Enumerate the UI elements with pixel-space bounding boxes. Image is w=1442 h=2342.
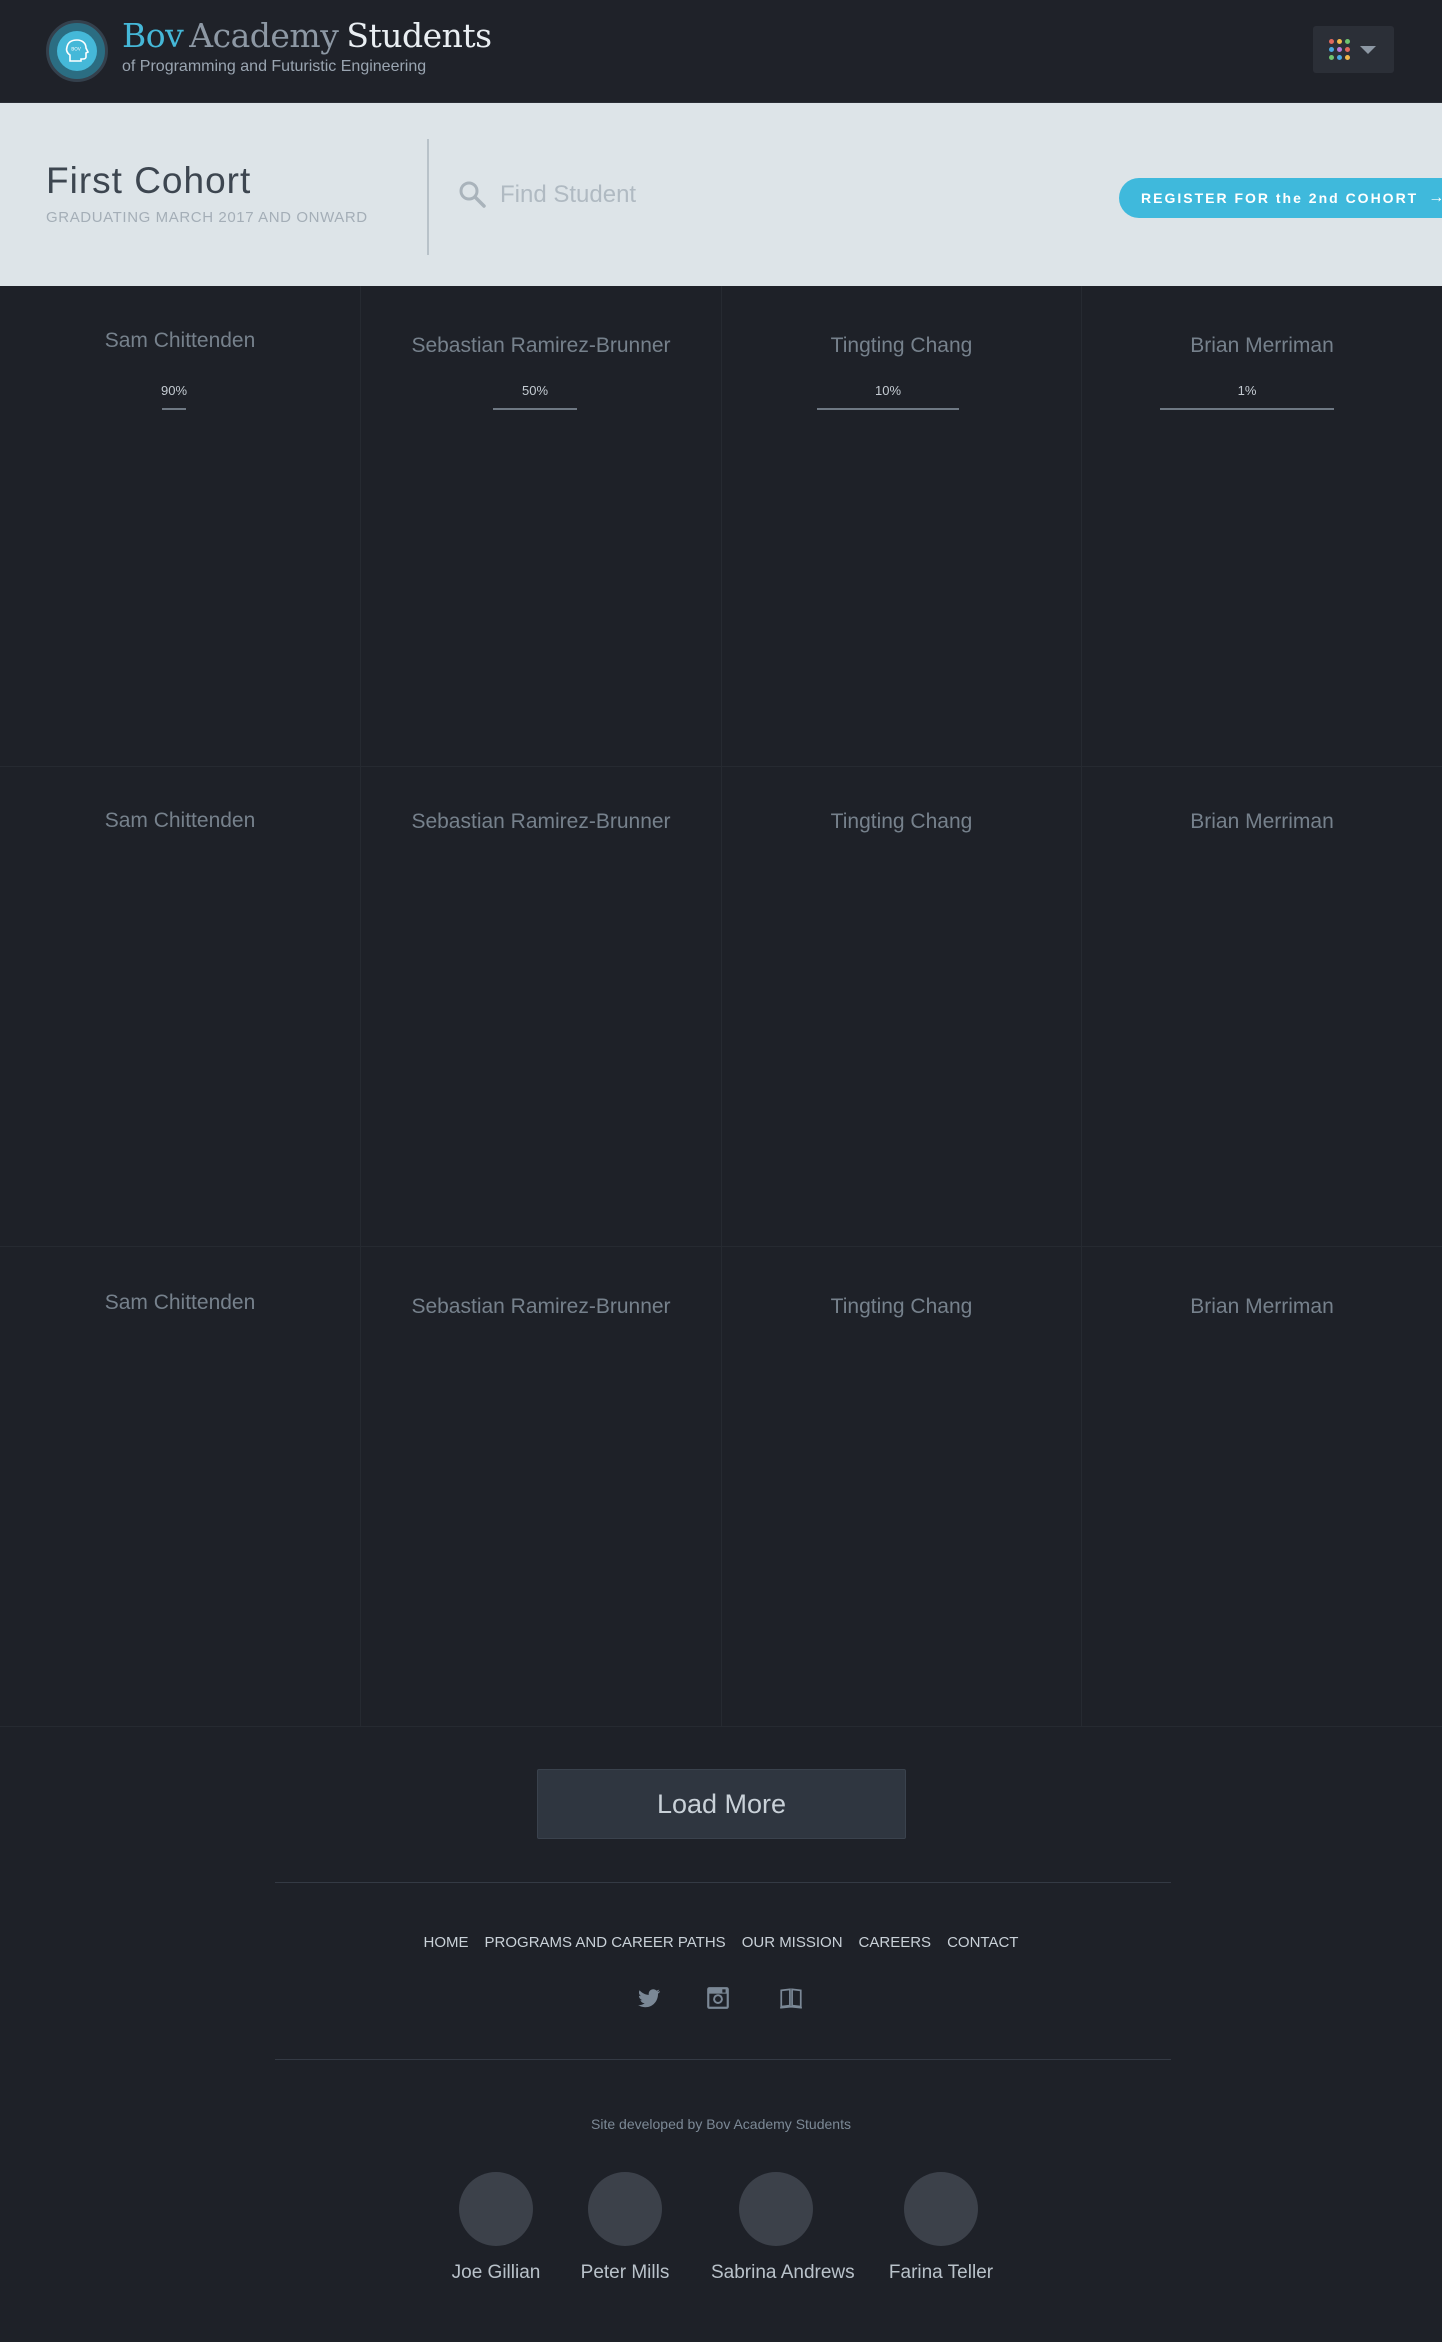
footer-link-home[interactable]: HOME — [416, 1934, 477, 1951]
developer-card[interactable]: Peter Mills — [560, 2172, 690, 2284]
site-credit: Site developed by Bov Academy Students — [591, 2116, 851, 2132]
progress-label: 50% — [521, 383, 549, 398]
avatar — [588, 2172, 662, 2246]
progress-bar — [1160, 408, 1334, 410]
student-name: Sam Chittenden — [104, 809, 256, 832]
student-name: Sebastian Ramirez-Brunner — [411, 810, 671, 833]
app-dot — [1337, 47, 1342, 52]
head-logo-icon: BOV — [57, 31, 97, 71]
footer-divider-2 — [275, 2059, 1171, 2060]
brand-title[interactable]: Bov Academy Students — [122, 16, 492, 55]
student-card[interactable]: Tingting Chang 10% — [722, 286, 1082, 767]
student-card[interactable]: Sam Chittenden 90% — [0, 286, 361, 767]
brand-academy: Academy — [189, 16, 339, 55]
avatar — [459, 2172, 533, 2246]
chevron-down-icon — [1360, 45, 1376, 54]
developer-card[interactable]: Sabrina Andrews — [711, 2172, 855, 2284]
developer-name: Sabrina Andrews — [711, 2262, 855, 2283]
student-card[interactable]: Sam Chittenden — [0, 1247, 361, 1727]
footer-link-mission[interactable]: OUR MISSION — [734, 1934, 851, 1951]
search-input[interactable] — [500, 175, 1000, 215]
student-grid: Sam Chittenden 90% Sebastian Ramirez-Brunn… — [0, 286, 1442, 1727]
progress-bar — [817, 408, 959, 410]
student-name: Tingting Chang — [830, 334, 973, 357]
progress-bar — [162, 408, 186, 410]
search-icon — [459, 181, 486, 208]
footer-link-contact[interactable]: CONTACT — [939, 1934, 1026, 1951]
student-name: Sebastian Ramirez-Brunner — [411, 1295, 671, 1318]
student-name: Sam Chittenden — [104, 1291, 256, 1314]
progress-label: 10% — [874, 383, 902, 398]
load-more-button[interactable]: Load More — [537, 1769, 906, 1839]
app-dot — [1329, 39, 1334, 44]
student-name: Sam Chittenden — [104, 329, 256, 352]
logo[interactable]: BOV — [46, 20, 108, 82]
arrow-right-icon: → — [1428, 189, 1442, 206]
avatar — [739, 2172, 813, 2246]
student-card[interactable]: Tingting Chang — [722, 767, 1082, 1247]
apps-grid-icon — [1329, 39, 1350, 60]
student-card[interactable]: Brian Merriman 1% — [1082, 286, 1442, 767]
app-dot — [1345, 47, 1350, 52]
student-card[interactable]: Sebastian Ramirez-Brunner — [361, 767, 722, 1247]
footer-link-careers[interactable]: CAREERS — [851, 1934, 940, 1951]
app-dot — [1345, 39, 1350, 44]
student-card[interactable]: Sebastian Ramirez-Brunner 50% — [361, 286, 722, 767]
svg-text:BOV: BOV — [71, 47, 81, 53]
developer-name: Farina Teller — [888, 2262, 994, 2283]
student-name: Sebastian Ramirez-Brunner — [411, 334, 671, 357]
student-card[interactable]: Brian Merriman — [1082, 767, 1442, 1247]
progress-label: 1% — [1237, 383, 1257, 398]
student-name: Brian Merriman — [1190, 334, 1334, 357]
brand-students: Students — [346, 16, 492, 55]
footer-nav: HOME PROGRAMS AND CAREER PATHS OUR MISSI… — [0, 1934, 1442, 1951]
student-card[interactable]: Tingting Chang — [722, 1247, 1082, 1727]
developer-card[interactable]: Farina Teller — [876, 2172, 1006, 2284]
student-card[interactable]: Sebastian Ramirez-Brunner — [361, 1247, 722, 1727]
student-card[interactable]: Brian Merriman — [1082, 1247, 1442, 1727]
apps-menu-button[interactable] — [1313, 26, 1394, 73]
app-dot — [1329, 47, 1334, 52]
progress-label: 90% — [160, 383, 188, 398]
student-name: Tingting Chang — [830, 810, 973, 833]
student-name: Brian Merriman — [1190, 1295, 1334, 1318]
page-subtitle: GRADUATING MARCH 2017 AND ONWARD — [46, 209, 368, 226]
avatar — [904, 2172, 978, 2246]
divider — [427, 139, 429, 255]
cohort-header: First Cohort GRADUATING MARCH 2017 AND O… — [0, 103, 1442, 286]
student-name: Brian Merriman — [1190, 810, 1334, 833]
developer-card[interactable]: Joe Gillian — [431, 2172, 561, 2284]
student-card[interactable]: Sam Chittenden — [0, 767, 361, 1247]
developer-name: Joe Gillian — [451, 2262, 541, 2283]
register-label: REGISTER FOR the 2nd COHORT — [1141, 190, 1419, 206]
student-name: Tingting Chang — [830, 1295, 973, 1318]
app-dot — [1337, 39, 1342, 44]
top-bar: BOV Bov Academy Students of Programming an… — [0, 0, 1442, 103]
twitter-icon[interactable] — [636, 1985, 662, 2011]
app-dot — [1345, 55, 1350, 60]
footer-divider — [275, 1882, 1171, 1883]
developer-name: Peter Mills — [580, 2262, 670, 2283]
page-title: First Cohort — [46, 160, 252, 201]
brand-bov: Bov — [122, 16, 184, 55]
footer-link-programs[interactable]: PROGRAMS AND CAREER PATHS — [477, 1934, 734, 1951]
progress-bar — [493, 408, 577, 410]
register-button[interactable]: REGISTER FOR the 2nd COHORT → — [1119, 178, 1442, 218]
instagram-icon[interactable] — [705, 1985, 731, 2011]
app-dot — [1329, 55, 1334, 60]
brand-tagline: of Programming and Futuristic Engineerin… — [122, 58, 427, 75]
book-icon[interactable] — [778, 1985, 804, 2011]
app-dot — [1337, 55, 1342, 60]
